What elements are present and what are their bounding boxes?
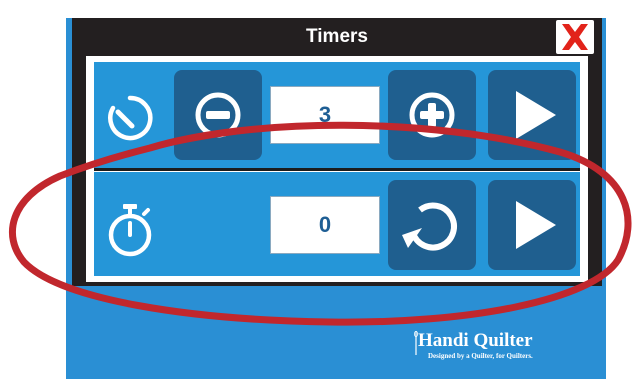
brand-name: Handi Quilter (418, 330, 533, 351)
stopwatch-value-field[interactable]: 0 (270, 196, 380, 254)
countdown-value-field[interactable]: 3 (270, 86, 380, 144)
play-icon (516, 201, 556, 249)
close-x-icon (562, 24, 588, 50)
stopwatch-icon (104, 202, 156, 263)
minus-circle-icon (195, 92, 241, 138)
reset-icon (402, 202, 457, 251)
countdown-timer-icon (104, 92, 156, 149)
close-button[interactable] (556, 20, 594, 54)
brand-tagline: Designed by a Quilter, for Quilters. (428, 352, 533, 360)
dialog-title: Timers (306, 26, 368, 47)
decrement-button[interactable] (174, 70, 262, 160)
row-divider (94, 168, 580, 171)
play-icon (516, 91, 556, 139)
stopwatch-start-button[interactable] (488, 180, 576, 270)
plus-circle-icon (409, 92, 455, 138)
countdown-start-button[interactable] (488, 70, 576, 160)
reset-button[interactable] (388, 180, 476, 270)
increment-button[interactable] (388, 70, 476, 160)
handi-quilter-logo: Handi Quilter Designed by a Quilter, for… (410, 330, 560, 366)
